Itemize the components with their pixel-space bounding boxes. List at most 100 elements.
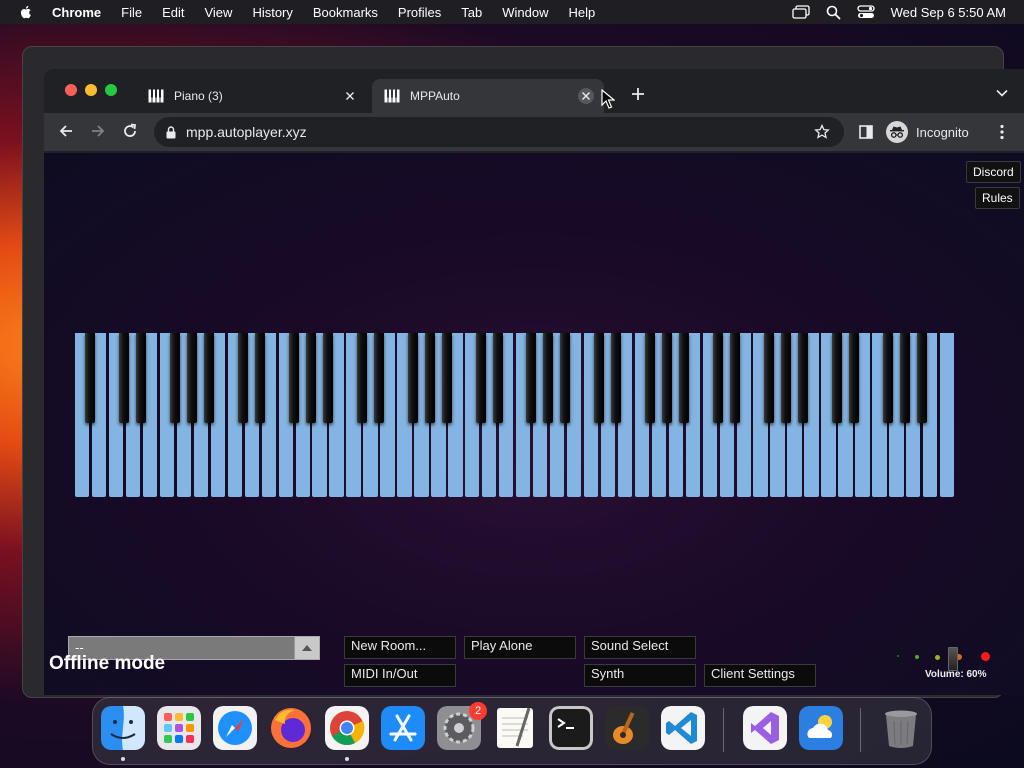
play-alone-button[interactable]: Play Alone — [464, 636, 576, 659]
white-key[interactable] — [940, 333, 955, 497]
app-store-icon[interactable] — [381, 706, 425, 750]
menu-window[interactable]: Window — [502, 5, 548, 20]
tab-close-button[interactable] — [342, 88, 358, 104]
black-key[interactable] — [238, 333, 249, 423]
spotlight-search-icon[interactable] — [826, 5, 841, 20]
apple-menu-icon[interactable] — [18, 4, 34, 20]
window-zoom-button[interactable] — [105, 84, 117, 96]
visual-studio-icon[interactable] — [743, 706, 787, 750]
black-key[interactable] — [322, 333, 333, 423]
safari-icon[interactable] — [213, 706, 257, 750]
launchpad-icon[interactable] — [157, 706, 201, 750]
black-key[interactable] — [645, 333, 656, 423]
menu-history[interactable]: History — [252, 5, 292, 20]
black-key[interactable] — [492, 333, 503, 423]
black-key[interactable] — [356, 333, 367, 423]
volume-slider-handle[interactable] — [948, 647, 959, 671]
side-panel-icon[interactable] — [859, 125, 873, 139]
black-key[interactable] — [373, 333, 384, 423]
bookmark-star-icon[interactable] — [814, 124, 830, 140]
black-key[interactable] — [187, 333, 198, 423]
vscode-icon[interactable] — [661, 706, 705, 750]
midi-in-out-button[interactable]: MIDI In/Out — [344, 664, 456, 687]
black-key[interactable] — [289, 333, 299, 423]
black-key[interactable] — [611, 333, 622, 423]
black-key[interactable] — [475, 333, 486, 423]
black-key[interactable] — [85, 333, 96, 423]
black-key[interactable] — [662, 333, 673, 423]
trash-icon[interactable] — [879, 706, 923, 750]
menu-file[interactable]: File — [121, 5, 142, 20]
discord-link[interactable]: Discord — [966, 161, 1021, 183]
black-key[interactable] — [831, 333, 842, 423]
window-close-button[interactable] — [65, 84, 77, 96]
black-key[interactable] — [594, 333, 605, 423]
black-key[interactable] — [713, 333, 724, 423]
black-key[interactable] — [424, 333, 435, 423]
menu-edit[interactable]: Edit — [162, 5, 184, 20]
rules-link[interactable]: Rules — [975, 187, 1020, 209]
volume-dot — [897, 655, 899, 657]
black-key[interactable] — [780, 333, 791, 423]
black-key[interactable] — [679, 333, 690, 423]
new-tab-plus-icon[interactable] — [631, 87, 645, 101]
black-key[interactable] — [560, 333, 571, 423]
menu-bookmarks[interactable]: Bookmarks — [313, 5, 378, 20]
control-center-icon[interactable] — [856, 5, 875, 19]
kebab-menu-icon[interactable] — [1000, 124, 1004, 140]
menu-app-chrome[interactable]: Chrome — [52, 5, 101, 20]
dropdown-arrow-icon[interactable] — [294, 637, 319, 659]
black-key[interactable] — [916, 333, 927, 423]
textedit-icon[interactable] — [493, 706, 537, 750]
incognito-profile-button[interactable]: Incognito — [886, 118, 969, 146]
black-key[interactable] — [119, 333, 130, 423]
firefox-icon[interactable] — [269, 706, 313, 750]
black-key[interactable] — [407, 333, 418, 423]
black-key[interactable] — [882, 333, 893, 423]
volume-control[interactable]: Volume: 60% — [897, 647, 997, 683]
window-minimize-button[interactable] — [85, 84, 97, 96]
menu-view[interactable]: View — [204, 5, 232, 20]
chrome-icon[interactable] — [325, 706, 369, 750]
menu-bar-clock[interactable]: Wed Sep 6 5:50 AM — [891, 5, 1006, 20]
black-key[interactable] — [170, 333, 181, 423]
menu-profiles[interactable]: Profiles — [398, 5, 441, 20]
new-room-button[interactable]: New Room... — [344, 636, 456, 659]
tab-close-button[interactable] — [578, 88, 594, 104]
black-key[interactable] — [848, 333, 859, 423]
volume-dot — [935, 655, 940, 660]
black-key[interactable] — [305, 333, 316, 423]
black-key[interactable] — [526, 333, 537, 423]
back-arrow-icon[interactable] — [58, 123, 74, 139]
finder-icon[interactable] — [101, 706, 145, 750]
offline-status: Offline mode — [49, 653, 166, 674]
black-key[interactable] — [797, 333, 808, 423]
weather-icon[interactable] — [799, 706, 843, 750]
black-key[interactable] — [441, 333, 452, 423]
forward-arrow-icon[interactable] — [90, 123, 106, 139]
synth-button[interactable]: Synth — [584, 664, 696, 687]
address-bar[interactable]: mpp.autoplayer.xyz — [154, 117, 844, 147]
black-key[interactable] — [204, 333, 215, 423]
close-icon — [582, 92, 590, 100]
piano-keyboard[interactable] — [75, 333, 957, 497]
tab-mppauto[interactable]: MPPAuto — [372, 79, 604, 113]
black-key[interactable] — [136, 333, 147, 423]
black-key[interactable] — [763, 333, 774, 423]
reload-icon[interactable] — [122, 123, 138, 139]
tab-search-chevron-down-icon[interactable] — [996, 89, 1008, 97]
sound-select-button[interactable]: Sound Select — [584, 636, 696, 659]
screen-mirroring-icon[interactable] — [791, 5, 810, 19]
black-key[interactable] — [543, 333, 554, 423]
garageband-icon[interactable] — [605, 706, 649, 750]
black-key[interactable] — [730, 333, 740, 423]
tab-piano[interactable]: Piano (3) — [136, 79, 368, 113]
client-settings-button[interactable]: Client Settings — [704, 664, 816, 687]
black-key[interactable] — [899, 333, 910, 423]
url-text[interactable]: mpp.autoplayer.xyz — [186, 124, 307, 140]
black-key[interactable] — [255, 333, 266, 423]
menu-tab[interactable]: Tab — [461, 5, 482, 20]
menu-help[interactable]: Help — [569, 5, 596, 20]
lock-icon[interactable] — [166, 125, 176, 139]
terminal-icon[interactable] — [549, 706, 593, 750]
